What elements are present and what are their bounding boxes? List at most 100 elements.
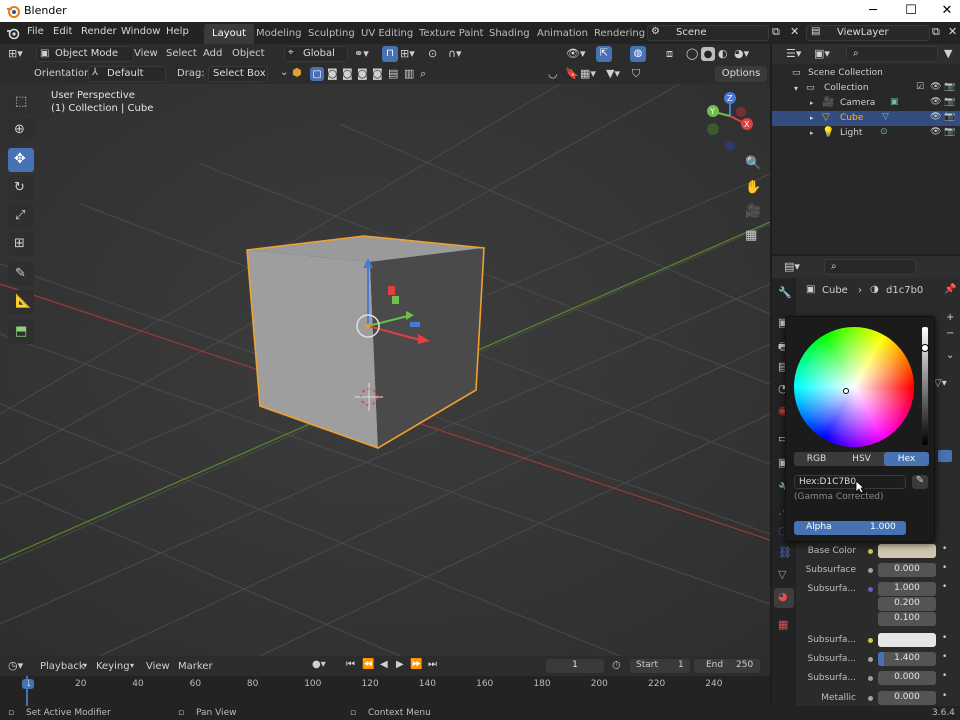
material-shading-icon[interactable]: ◐ xyxy=(718,47,728,60)
tab-layout[interactable]: Layout xyxy=(204,24,254,44)
wireframe-shading-icon[interactable]: ◯ xyxy=(686,47,698,60)
outliner-editor-icon[interactable]: ☰▾ xyxy=(786,47,801,60)
timeline-view-menu[interactable]: View xyxy=(146,661,170,672)
scene-selector[interactable]: Scene xyxy=(647,25,769,41)
proportional-edit-icon[interactable]: ⊙ xyxy=(428,47,437,60)
options-button[interactable]: Options xyxy=(715,66,767,82)
socket-dot-icon[interactable] xyxy=(868,657,873,662)
xray-icon[interactable]: ⧈ xyxy=(666,47,673,61)
keying-menu[interactable]: Keying xyxy=(96,661,130,672)
scale-tool-icon[interactable]: ⤢ xyxy=(8,204,34,228)
expand-collection-icon[interactable]: ▾ xyxy=(794,84,798,93)
tab-texture-paint[interactable]: Texture Paint xyxy=(419,24,484,44)
keyframe-dot-icon[interactable]: • xyxy=(942,633,947,643)
transform-tool-icon[interactable]: ⊞ xyxy=(8,232,34,256)
keyframe-dot-icon[interactable]: • xyxy=(942,582,947,592)
play-reverse-icon[interactable]: ◀ xyxy=(380,659,388,670)
timeline-editor-icon[interactable]: ◷▾ xyxy=(8,659,23,672)
orientation-selector[interactable]: Default xyxy=(88,66,166,82)
shield-icon[interactable]: ⛉ xyxy=(632,67,640,81)
keyframe-dot-icon[interactable]: • xyxy=(942,544,947,554)
tab-rendering[interactable]: Rendering xyxy=(594,24,645,44)
keyframe-dot-icon[interactable]: • xyxy=(942,691,947,701)
value-slider-handle[interactable] xyxy=(921,344,929,352)
chevron-down-icon[interactable]: ▾ xyxy=(83,661,87,670)
subsurface-radius-y-field[interactable]: 0.200 xyxy=(878,597,936,611)
collection-eye-icon[interactable]: 👁 xyxy=(930,82,941,92)
jump-end-icon[interactable]: ⏭ xyxy=(428,659,437,670)
node-type-icon[interactable]: ▽▾ xyxy=(934,378,947,389)
search-icon[interactable]: ⌕ xyxy=(420,67,426,81)
current-frame-field[interactable]: 1 xyxy=(546,659,604,673)
cube-render-icon[interactable]: 📷 xyxy=(944,112,955,122)
new-scene-icon[interactable]: ⧉ xyxy=(772,25,780,39)
property-row-subsurface-ior[interactable]: Subsurfa... 1.400 • xyxy=(796,652,960,668)
minimize-button[interactable]: ─ xyxy=(858,2,888,20)
record-icon[interactable]: ●▾ xyxy=(312,659,326,670)
pivot-point-icon[interactable]: ⚭▾ xyxy=(354,47,369,60)
property-row-subsurface-radius[interactable]: Subsurfa... 1.000 • xyxy=(796,582,960,598)
delete-scene-icon[interactable]: ✕ xyxy=(790,25,799,38)
drag-selector[interactable]: Select Box xyxy=(208,66,268,82)
mode-selector[interactable]: Object Mode xyxy=(36,46,134,62)
falloff-icon[interactable]: ∩▾ xyxy=(448,47,462,60)
jump-keyframe-back-icon[interactable]: ⏪ xyxy=(362,659,374,670)
filter-icon[interactable]: ▼▾ xyxy=(606,67,620,80)
metallic-value-field[interactable]: 0.000 xyxy=(878,691,936,705)
socket-dot-icon[interactable] xyxy=(868,587,873,592)
subsurface-anisotropy-field[interactable]: 0.000 xyxy=(878,671,936,685)
select-mode-intersect-icon[interactable]: ◙ xyxy=(372,67,383,80)
blender-menu-icon[interactable] xyxy=(6,26,20,40)
tab-uv-editing[interactable]: UV Editing xyxy=(361,24,413,44)
pin-icon[interactable]: 📌 xyxy=(944,284,956,295)
property-row-metallic[interactable]: Metallic 0.000 • xyxy=(796,691,960,707)
display-mode-icon[interactable]: ▣▾ xyxy=(814,47,830,60)
overlay-toggle-icon[interactable]: ◍ xyxy=(630,46,646,62)
expand-icon[interactable]: ▸ xyxy=(810,114,814,122)
alpha-slider[interactable]: Alpha 1.000 xyxy=(794,521,906,535)
solid-shading-icon[interactable]: ● xyxy=(701,47,715,61)
playhead-line[interactable] xyxy=(26,676,28,706)
tool-tab-icon[interactable]: 🔧 xyxy=(778,286,792,299)
collection-label[interactable]: Collection xyxy=(824,83,869,93)
jump-start-icon[interactable]: ⏮ xyxy=(346,659,355,670)
measure-tool-icon[interactable]: 📐 xyxy=(8,290,34,314)
start-frame-field[interactable]: Start 1 xyxy=(630,659,690,673)
constraints-tab-icon[interactable]: ⛓ xyxy=(778,546,792,559)
tab-animation[interactable]: Animation xyxy=(537,24,588,44)
add-cube-tool-icon[interactable]: ⬒ xyxy=(8,320,34,344)
socket-dot-icon[interactable] xyxy=(868,568,873,573)
data-tab-icon[interactable]: ▽ xyxy=(778,568,786,581)
camera-eye-icon[interactable]: 👁 xyxy=(930,97,941,107)
tab-hex[interactable]: Hex xyxy=(884,452,929,466)
collection-camera-icon[interactable]: 📷 xyxy=(944,82,955,92)
close-button[interactable]: ✕ xyxy=(932,2,960,20)
playback-menu[interactable]: Playback xyxy=(40,661,85,672)
delete-view-layer-icon[interactable]: ✕ xyxy=(948,25,957,38)
menu-object[interactable]: Object xyxy=(232,48,265,59)
socket-dot-icon[interactable] xyxy=(868,549,873,554)
tool-icon-b[interactable]: ▥ xyxy=(404,67,414,80)
color-wheel-cursor[interactable] xyxy=(843,388,849,394)
property-row-subsurface-anisotropy[interactable]: Subsurfa... 0.000 • xyxy=(796,671,960,687)
select-mode-extend-icon[interactable]: ◙ xyxy=(327,67,338,80)
zoom-icon[interactable]: 🔍 xyxy=(745,156,761,171)
slot-highlight[interactable] xyxy=(938,450,952,462)
menu-edit[interactable]: Edit xyxy=(53,26,72,37)
tab-sculpting[interactable]: Sculpting xyxy=(308,24,355,44)
light-eye-icon[interactable]: 👁 xyxy=(930,127,941,137)
tab-modeling[interactable]: Modeling xyxy=(256,24,302,44)
property-row-subsurface[interactable]: Subsurface 0.000 • xyxy=(796,563,960,579)
expand-icon[interactable]: ▸ xyxy=(810,99,814,107)
select-mode-new-icon[interactable]: ▢ xyxy=(310,67,324,81)
slot-menu-icon[interactable]: ⌄ xyxy=(946,350,954,361)
properties-editor-icon[interactable]: ▤▾ xyxy=(784,260,800,273)
menu-render[interactable]: Render xyxy=(81,26,117,37)
outliner-row-cube[interactable]: ▸ ▽ Cube ▽ 👁 📷 xyxy=(772,111,960,126)
tab-shading[interactable]: Shading xyxy=(489,24,530,44)
play-icon[interactable]: ▶ xyxy=(396,659,404,670)
socket-dot-icon[interactable] xyxy=(868,696,873,701)
jump-keyframe-forward-icon[interactable]: ⏩ xyxy=(410,659,422,670)
editor-type-icon[interactable]: ⊞▾ xyxy=(8,47,23,60)
timeline-marker-menu[interactable]: Marker xyxy=(178,661,213,672)
